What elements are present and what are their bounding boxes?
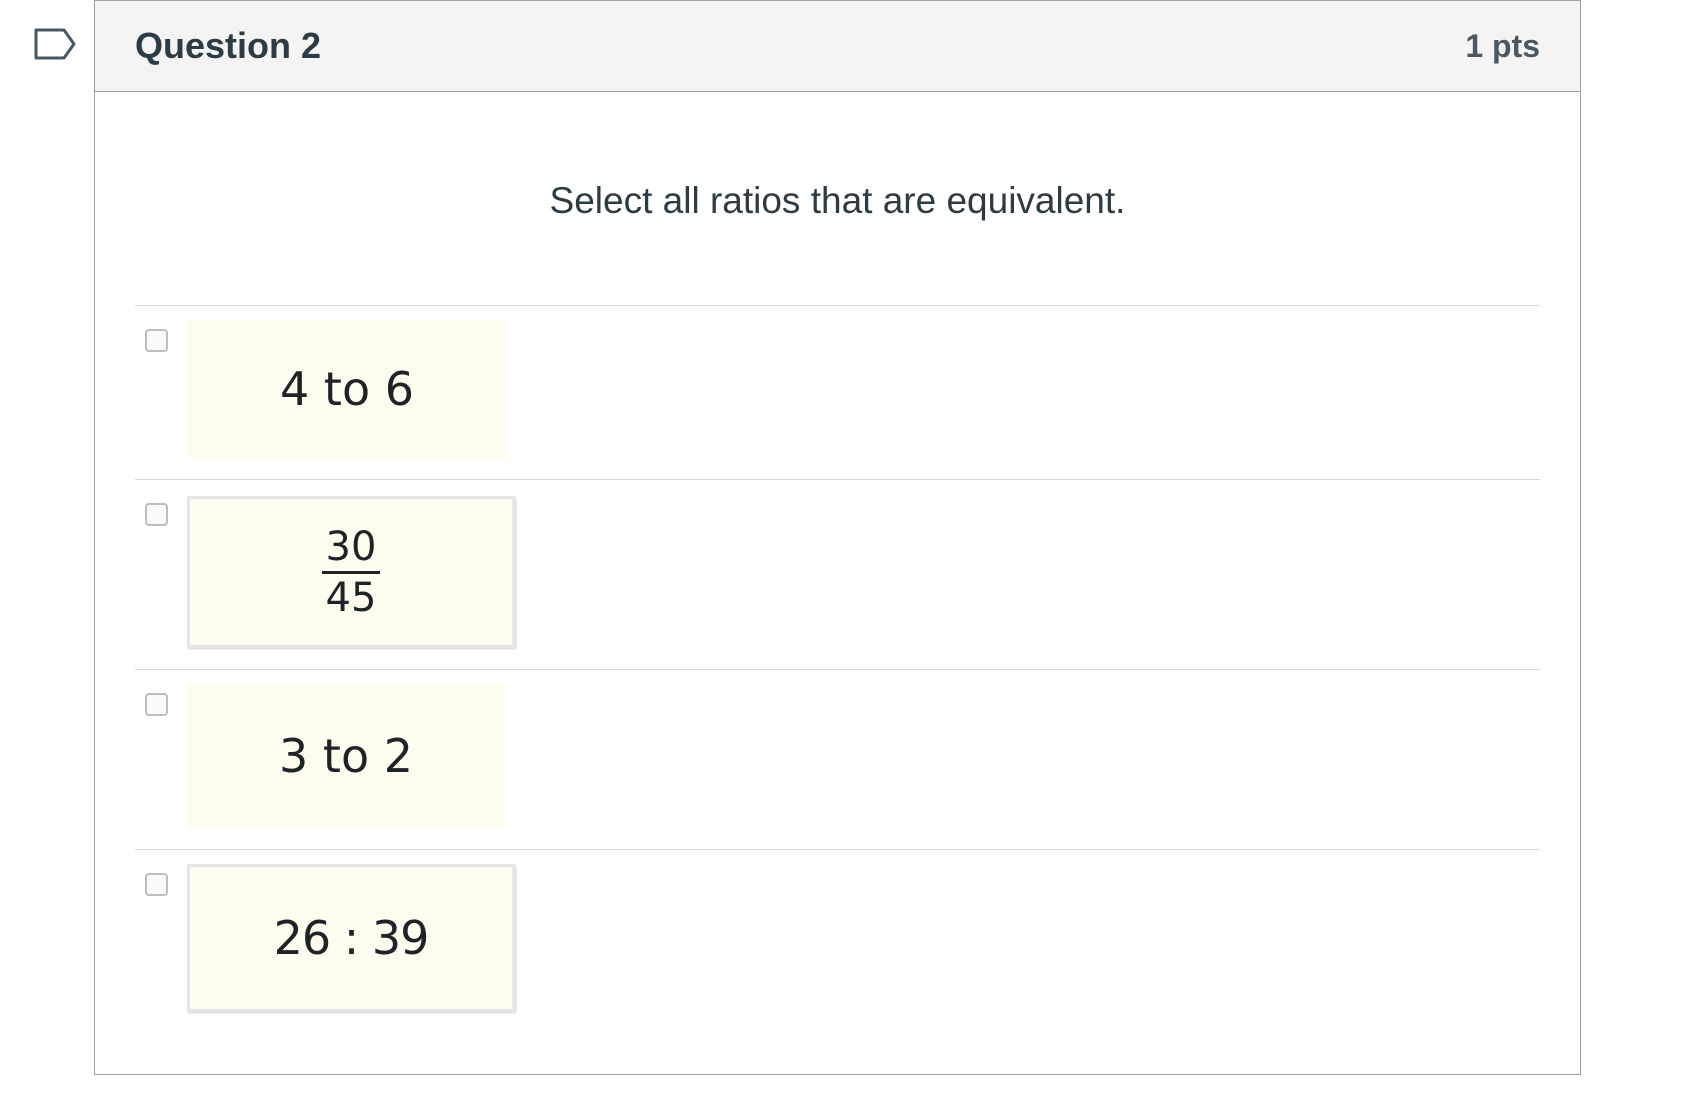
question-header: Question 2 1 pts	[95, 1, 1580, 92]
answer-label: 4 to 6	[280, 362, 414, 416]
answer-tile: 4 to 6	[187, 320, 507, 458]
fraction-denominator: 45	[325, 574, 377, 621]
answer-label: 3 to 2	[279, 729, 413, 783]
question-prompt: Select all ratios that are equivalent.	[549, 180, 1126, 221]
answer-tile: 30 45	[187, 496, 515, 648]
answer-option[interactable]: 26 : 39	[135, 849, 1540, 1029]
question-body: Select all ratios that are equivalent. 4…	[95, 92, 1580, 1074]
flag-question-icon[interactable]	[34, 28, 76, 60]
answer-option[interactable]: 3 to 2	[135, 669, 1540, 849]
answer-checkbox[interactable]	[145, 503, 168, 526]
answer-label: 26 : 39	[273, 911, 430, 965]
question-points: 1 pts	[1465, 27, 1540, 64]
question-card: Question 2 1 pts Select all ratios that …	[94, 0, 1581, 1075]
answer-checkbox[interactable]	[145, 693, 168, 716]
answer-option[interactable]: 4 to 6	[135, 305, 1540, 479]
answer-tile: 26 : 39	[187, 864, 515, 1012]
answer-option[interactable]: 30 45	[135, 479, 1540, 669]
answer-list: 4 to 6 30 45 3 to 2 26: 39	[135, 305, 1540, 1029]
answer-checkbox[interactable]	[145, 873, 168, 896]
fraction: 30 45	[321, 525, 381, 621]
question-title: Question 2	[135, 25, 322, 66]
answer-checkbox[interactable]	[145, 329, 168, 352]
answer-tile: 3 to 2	[187, 684, 505, 828]
fraction-numerator: 30	[321, 525, 381, 574]
